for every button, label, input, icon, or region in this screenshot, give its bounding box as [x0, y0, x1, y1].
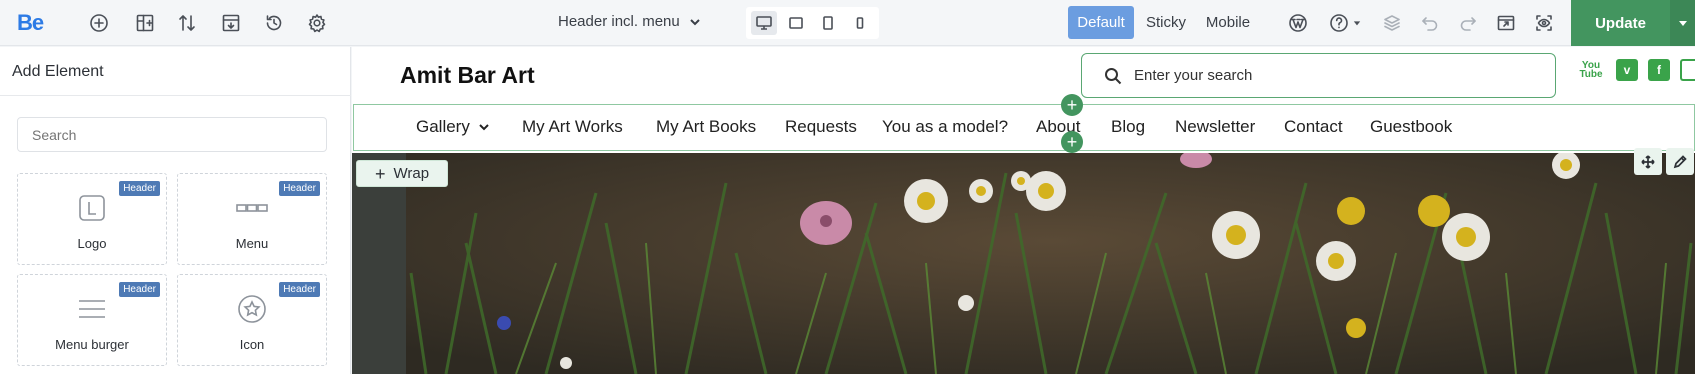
menu-item-contact[interactable]: Contact	[1284, 117, 1343, 137]
logo-icon	[18, 192, 166, 224]
eye-icon[interactable]	[1532, 11, 1556, 35]
menu-item-requests[interactable]: Requests	[785, 117, 857, 137]
laptop-view-icon[interactable]	[783, 11, 809, 35]
template-select-label: Header incl. menu	[558, 13, 680, 30]
add-above-icon[interactable]: +	[1061, 94, 1083, 116]
chevron-down-icon	[690, 18, 700, 25]
panel-title: Add Element	[12, 63, 104, 80]
mode-mobile-button[interactable]: Mobile	[1197, 6, 1259, 39]
element-card-label: Logo	[77, 236, 107, 251]
element-card-label: Menu	[235, 236, 269, 251]
menu-item-gallery[interactable]: Gallery	[416, 117, 490, 137]
caret-down-icon	[1678, 21, 1687, 26]
mode-default-button[interactable]: Default	[1068, 6, 1134, 39]
hero-section	[352, 153, 1695, 374]
menu-item-blog[interactable]: Blog	[1111, 117, 1145, 137]
mode-sticky-button[interactable]: Sticky	[1137, 6, 1195, 39]
layers-icon[interactable]	[1380, 11, 1404, 35]
add-element-panel: Add Element Header Logo Header Menu Head…	[0, 47, 351, 374]
menu-item-model[interactable]: You as a model?	[882, 117, 1008, 137]
site-search-box[interactable]: Enter your search	[1081, 53, 1556, 98]
move-icon[interactable]	[1634, 148, 1662, 175]
menu-item-guestbook[interactable]: Guestbook	[1370, 117, 1452, 137]
element-search-input[interactable]	[17, 117, 327, 152]
add-below-icon[interactable]: +	[1061, 131, 1083, 153]
preview-icon[interactable]	[1494, 11, 1518, 35]
element-card-menu-burger[interactable]: Header Menu burger	[17, 274, 167, 366]
navigator-icon[interactable]	[133, 11, 157, 35]
settings-icon[interactable]	[305, 11, 329, 35]
element-card-label: Menu burger	[55, 337, 129, 352]
star-icon	[178, 293, 326, 325]
element-card-label: Icon	[239, 337, 265, 352]
facebook-icon[interactable]: f	[1648, 59, 1670, 81]
main-menu: Gallery My Art Works My Art Books Reques…	[353, 104, 1695, 151]
redo-icon[interactable]	[1456, 11, 1480, 35]
youtube-icon[interactable]: You Tube	[1579, 59, 1602, 81]
menu-item-my-art-works[interactable]: My Art Works	[522, 117, 623, 137]
vimeo-icon[interactable]: v	[1616, 59, 1638, 81]
top-toolbar: Be Header incl. menu Default Sticky Mobi…	[0, 0, 1695, 46]
device-switcher	[746, 7, 879, 39]
undo-icon[interactable]	[1418, 11, 1442, 35]
history-icon[interactable]	[262, 11, 286, 35]
tablet-view-icon[interactable]	[815, 11, 841, 35]
search-icon	[1105, 67, 1122, 84]
flower-field-image	[406, 153, 1695, 374]
page-canvas: Amit Bar Art Enter your search You Tube …	[352, 47, 1695, 374]
menu-item-my-art-books[interactable]: My Art Books	[656, 117, 756, 137]
wrap-label: Wrap	[393, 165, 430, 182]
mobile-view-icon[interactable]	[847, 11, 873, 35]
wordpress-icon[interactable]	[1286, 11, 1310, 35]
template-select[interactable]: Header incl. menu	[558, 13, 702, 30]
caret-down-icon	[1353, 21, 1361, 26]
menu-item-newsletter[interactable]: Newsletter	[1175, 117, 1255, 137]
desktop-view-icon[interactable]	[751, 11, 777, 35]
element-card-menu[interactable]: Header Menu	[177, 173, 327, 265]
add-wrap-button[interactable]: + Wrap	[356, 160, 448, 187]
burger-icon	[18, 293, 166, 325]
site-search-placeholder: Enter your search	[1134, 67, 1253, 84]
chevron-down-icon	[479, 124, 489, 131]
builder-logo[interactable]: Be	[17, 10, 44, 36]
update-button[interactable]: Update	[1571, 0, 1670, 46]
element-card-icon[interactable]: Header Icon	[177, 274, 327, 366]
plus-icon: +	[374, 163, 386, 184]
divider	[0, 95, 351, 96]
instagram-icon[interactable]	[1680, 59, 1695, 81]
edit-icon[interactable]	[1666, 148, 1694, 175]
menu-icon	[178, 192, 326, 224]
update-options-button[interactable]	[1670, 0, 1695, 46]
add-icon[interactable]	[87, 11, 111, 35]
template-icon[interactable]	[219, 11, 243, 35]
element-card-logo[interactable]: Header Logo	[17, 173, 167, 265]
site-title[interactable]: Amit Bar Art	[400, 62, 535, 89]
help-icon[interactable]	[1329, 11, 1365, 35]
sort-icon[interactable]	[175, 11, 199, 35]
